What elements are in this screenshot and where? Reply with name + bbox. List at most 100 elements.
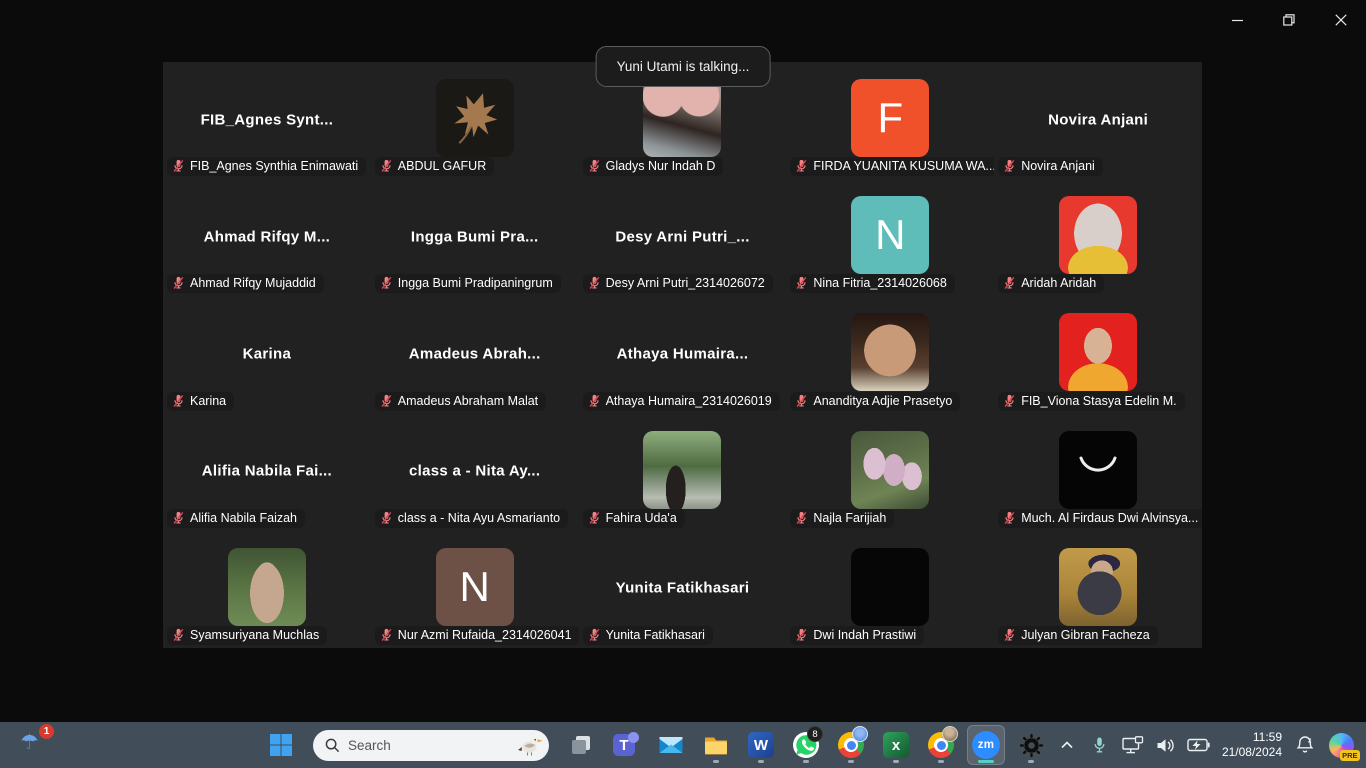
task-view-button[interactable] xyxy=(562,725,600,765)
participant-tile[interactable]: Ingga Bumi Pra... Ingga Bumi Pradipaning… xyxy=(371,179,579,296)
participant-tile[interactable]: Novira Anjani Novira Anjani xyxy=(994,62,1202,179)
participant-name-label: Athaya Humaira_2314026019 xyxy=(583,392,780,411)
muted-mic-icon xyxy=(1003,394,1016,408)
settings-icon[interactable] xyxy=(1012,725,1050,765)
participant-tile[interactable]: Amadeus Abrah... Amadeus Abraham Malat xyxy=(371,296,579,413)
tray-battery-icon[interactable] xyxy=(1187,730,1211,760)
participant-name-text: ABDUL GAFUR xyxy=(398,159,486,173)
muted-mic-icon xyxy=(795,511,808,525)
participant-name-label: FIRDA YUANITA KUSUMA WA... xyxy=(790,157,994,176)
participant-tile[interactable]: Najla Farijiah xyxy=(786,414,994,531)
minimize-button[interactable] xyxy=(1222,6,1252,34)
participant-tile[interactable]: Julyan Gibran Facheza xyxy=(994,531,1202,648)
muted-mic-icon xyxy=(172,276,185,290)
participant-tile[interactable]: Karina Karina xyxy=(163,296,371,413)
start-button[interactable] xyxy=(262,725,300,765)
participant-avatar: N xyxy=(851,196,929,274)
tray-date: 21/08/2024 xyxy=(1222,745,1282,760)
participant-tile[interactable]: Yunita Fatikhasari Yunita Fatikhasari xyxy=(579,531,787,648)
gear-icon xyxy=(1018,732,1045,759)
participant-tile[interactable]: Syamsuriyana Muchlas xyxy=(163,531,371,648)
participant-name-text: Ingga Bumi Pradipaningrum xyxy=(398,276,553,290)
participant-name-label: Aridah Aridah xyxy=(998,274,1104,293)
participant-tile[interactable]: Fahira Uda'a xyxy=(579,414,787,531)
participant-display-name: class a - Nita Ay... xyxy=(371,463,579,480)
participant-tile[interactable]: ABDUL GAFUR xyxy=(371,62,579,179)
participant-name-text: Alifia Nabila Faizah xyxy=(190,511,297,525)
participant-tile[interactable]: Athaya Humaira... Athaya Humaira_2314026… xyxy=(579,296,787,413)
participant-avatar xyxy=(643,79,721,157)
participant-avatar xyxy=(1059,196,1137,274)
participant-name-text: Syamsuriyana Muchlas xyxy=(190,628,319,642)
participant-tile[interactable]: Alifia Nabila Fai... Alifia Nabila Faiza… xyxy=(163,414,371,531)
participant-tile[interactable]: Dwi Indah Prastiwi xyxy=(786,531,994,648)
copilot-icon[interactable]: PRE xyxy=(1326,728,1356,762)
maple-leaf-glyph xyxy=(440,81,510,155)
whatsapp-icon[interactable]: 8 xyxy=(787,725,825,765)
file-explorer-icon[interactable] xyxy=(697,725,735,765)
participant-name-label: Fahira Uda'a xyxy=(583,509,685,528)
participant-avatar xyxy=(228,548,306,626)
running-indicator xyxy=(848,760,854,763)
participant-tile[interactable]: Ananditya Adjie Prasetyo xyxy=(786,296,994,413)
weather-widget[interactable]: ☂ 1 xyxy=(18,728,52,762)
participant-name-text: FIRDA YUANITA KUSUMA WA... xyxy=(813,159,994,173)
participant-tile[interactable]: N Nina Fitria_2314026068 xyxy=(786,179,994,296)
participant-name-text: FIB_Viona Stasya Edelin M. xyxy=(1021,394,1176,408)
participant-avatar xyxy=(1059,313,1137,391)
muted-mic-icon xyxy=(1003,276,1016,290)
running-indicator xyxy=(1028,760,1034,763)
participant-tile[interactable]: Aridah Aridah xyxy=(994,179,1202,296)
participant-avatar: N xyxy=(436,548,514,626)
tray-volume-icon[interactable] xyxy=(1154,730,1178,760)
participant-name-label: Ananditya Adjie Prasetyo xyxy=(790,392,960,411)
zoom-logo-icon: zm xyxy=(972,731,1000,759)
muted-mic-icon xyxy=(795,159,808,173)
participant-grid: FIB_Agnes Synt... FIB_Agnes Synthia Enim… xyxy=(163,62,1202,648)
muted-mic-icon xyxy=(380,394,393,408)
teams-icon[interactable]: T xyxy=(607,725,645,765)
tray-notification-bell-icon[interactable]: z xyxy=(1293,730,1317,760)
chrome-extension-badge xyxy=(852,726,868,742)
chrome-profile-icon[interactable] xyxy=(922,725,960,765)
taskbar-center: Search T xyxy=(262,722,1050,768)
participant-name-label: Julyan Gibran Facheza xyxy=(998,626,1158,645)
word-letter: W xyxy=(748,732,774,758)
participant-display-name: Yunita Fatikhasari xyxy=(579,580,787,597)
tray-clock[interactable]: 11:59 21/08/2024 xyxy=(1220,730,1284,760)
svg-text:z: z xyxy=(1308,738,1312,745)
participant-display-name: FIB_Agnes Synt... xyxy=(163,111,371,128)
participant-name-label: FIB_Viona Stasya Edelin M. xyxy=(998,392,1184,411)
word-icon[interactable]: W xyxy=(742,725,780,765)
search-input[interactable]: Search xyxy=(313,730,549,761)
close-icon xyxy=(1335,14,1347,26)
participant-tile[interactable]: class a - Nita Ay... class a - Nita Ayu … xyxy=(371,414,579,531)
participant-name-label: Desy Arni Putri_2314026072 xyxy=(583,274,773,293)
close-button[interactable] xyxy=(1326,6,1356,34)
participant-name-text: Najla Farijiah xyxy=(813,511,886,525)
window-controls xyxy=(1222,6,1356,34)
participant-display-name: Alifia Nabila Fai... xyxy=(163,463,371,480)
tray-mic-icon[interactable] xyxy=(1088,730,1112,760)
search-icon xyxy=(325,738,340,753)
muted-mic-icon xyxy=(588,394,601,408)
participant-avatar xyxy=(851,431,929,509)
restore-button[interactable] xyxy=(1274,6,1304,34)
participant-tile[interactable]: Desy Arni Putri_... Desy Arni Putri_2314… xyxy=(579,179,787,296)
participant-tile[interactable]: FIB_Viona Stasya Edelin M. xyxy=(994,296,1202,413)
tray-chevron-up-icon[interactable] xyxy=(1055,730,1079,760)
participant-tile[interactable]: F FIRDA YUANITA KUSUMA WA... xyxy=(786,62,994,179)
mail-icon[interactable] xyxy=(652,725,690,765)
participant-name-text: Novira Anjani xyxy=(1021,159,1095,173)
participant-tile[interactable]: FIB_Agnes Synt... FIB_Agnes Synthia Enim… xyxy=(163,62,371,179)
excel-icon[interactable]: x xyxy=(877,725,915,765)
tray-time: 11:59 xyxy=(1222,730,1282,745)
muted-mic-icon xyxy=(380,276,393,290)
chrome-icon[interactable] xyxy=(832,725,870,765)
participant-tile[interactable]: Ahmad Rifqy M... Ahmad Rifqy Mujaddid xyxy=(163,179,371,296)
participant-tile[interactable]: Much. Al Firdaus Dwi Alvinsya... xyxy=(994,414,1202,531)
participant-name-text: Gladys Nur Indah D xyxy=(606,159,716,173)
tray-display-cast-icon[interactable] xyxy=(1121,730,1145,760)
participant-tile[interactable]: N Nur Azmi Rufaida_2314026041 xyxy=(371,531,579,648)
zoom-app-icon[interactable]: zm xyxy=(967,725,1005,765)
